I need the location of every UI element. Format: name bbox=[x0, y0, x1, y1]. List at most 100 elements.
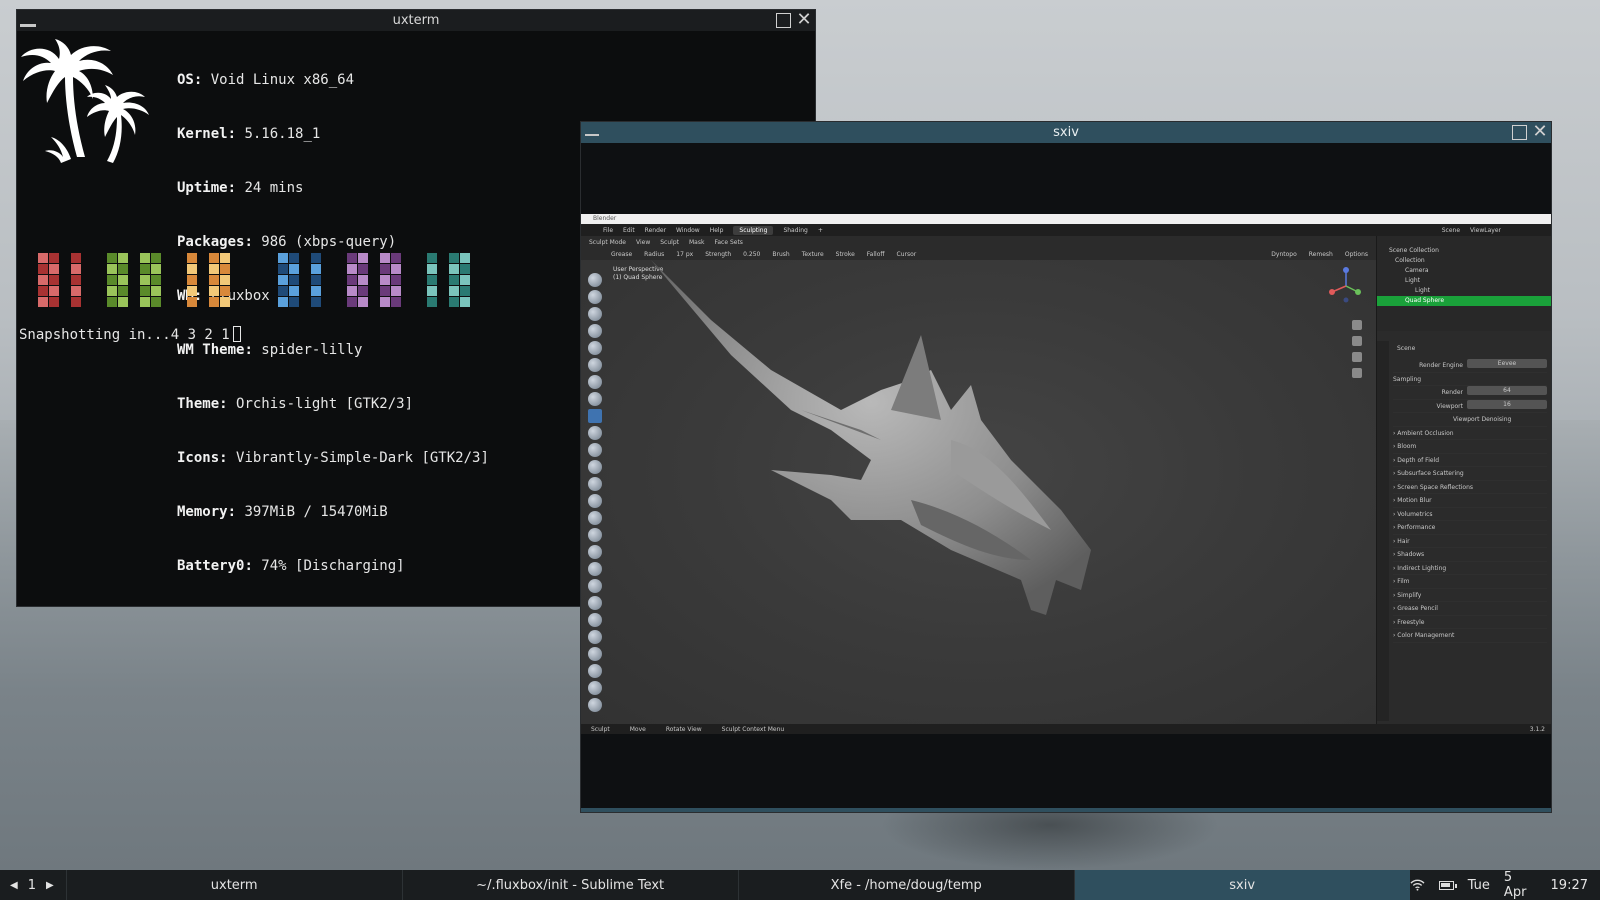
maximize-icon[interactable] bbox=[1512, 125, 1527, 140]
workspace-tab-shading: Shading bbox=[783, 226, 808, 234]
brush-tool-icon bbox=[588, 307, 602, 321]
window-title: uxterm bbox=[392, 13, 440, 28]
blender-statusbar: Sculpt Move Rotate View Sculpt Context M… bbox=[581, 724, 1551, 734]
minimize-icon[interactable] bbox=[20, 24, 36, 27]
blender-properties-panel: Scene Render Engine Eevee Sampling Render… bbox=[1376, 331, 1551, 724]
properties-panel: › Performance bbox=[1393, 521, 1547, 535]
properties-panel: › Color Management bbox=[1393, 629, 1547, 643]
navigation-gizmo-icon bbox=[1329, 267, 1361, 303]
outliner-row: Light bbox=[1415, 287, 1430, 294]
close-icon[interactable]: ✕ bbox=[796, 11, 812, 29]
info-line: Theme: Orchis-light [GTK2/3] bbox=[177, 396, 414, 412]
brush-tool-icon bbox=[588, 681, 602, 695]
blender-menubar: File Edit Render Window Help Sculpting S… bbox=[581, 224, 1551, 236]
brush-tool-icon bbox=[588, 664, 602, 678]
brush-tool-icon bbox=[588, 613, 602, 627]
color-swatch bbox=[27, 253, 83, 309]
window-title: sxiv bbox=[1053, 125, 1079, 140]
viewport-nav-icons bbox=[1352, 320, 1364, 384]
header-menu: Mask bbox=[689, 238, 705, 246]
outliner-row: Camera bbox=[1405, 267, 1429, 274]
brush-tool-icon bbox=[588, 324, 602, 338]
taskbar-item[interactable]: uxterm bbox=[65, 870, 402, 900]
menu-item: Render bbox=[644, 226, 667, 234]
minimize-icon[interactable] bbox=[585, 134, 599, 136]
tool-setting: 0.250 bbox=[743, 250, 761, 258]
tool-setting: Texture bbox=[801, 250, 824, 258]
outliner-row-selected: Quad Sphere bbox=[1377, 296, 1551, 306]
wifi-icon[interactable] bbox=[1410, 879, 1425, 891]
header-menu: Sculpt bbox=[660, 238, 679, 246]
brush-tool-icon bbox=[588, 647, 602, 661]
tool-setting: Brush bbox=[772, 250, 790, 258]
3d-viewport: User Perspective (1) Quad Sphere bbox=[581, 260, 1376, 724]
camera-icon bbox=[1352, 352, 1362, 362]
color-swatch bbox=[187, 253, 243, 309]
brush-tool-icon bbox=[588, 426, 602, 440]
taskbar-item[interactable]: sxiv bbox=[1073, 870, 1410, 900]
tool-setting: Radius bbox=[644, 250, 665, 258]
outliner-row: Collection bbox=[1395, 257, 1425, 264]
uxterm-titlebar[interactable]: uxterm ✕ bbox=[17, 10, 815, 31]
properties-panel: › Freestyle bbox=[1393, 616, 1547, 629]
zoom-icon bbox=[1352, 320, 1362, 330]
maximize-icon[interactable] bbox=[776, 13, 791, 28]
mode-selector: Sculpt Mode bbox=[589, 238, 626, 246]
viewport-header: Sculpt Mode View Sculpt Mask Face Sets bbox=[581, 236, 1376, 248]
properties-panel: › Simplify bbox=[1393, 589, 1547, 602]
brush-tool-icon bbox=[588, 477, 602, 491]
info-line: Memory: 397MiB / 15470MiB bbox=[177, 504, 388, 520]
battery-icon[interactable] bbox=[1438, 880, 1457, 890]
prev-workspace-icon[interactable]: ◀ bbox=[10, 880, 18, 891]
workspace-tab-add: + bbox=[817, 226, 823, 234]
color-swatch bbox=[107, 253, 163, 309]
tool-setting: 17 px bbox=[676, 250, 694, 258]
sxiv-window[interactable]: sxiv ✕ Blender File Edit Render Window H… bbox=[580, 121, 1552, 813]
properties-panel: › Ambient Occlusion bbox=[1393, 427, 1547, 440]
sxiv-titlebar[interactable]: sxiv ✕ bbox=[581, 122, 1551, 143]
sxiv-bottom-border bbox=[581, 808, 1551, 812]
info-line: Icons: Vibrantly-Simple-Dark [GTK2/3] bbox=[177, 450, 489, 466]
taskbar-item[interactable]: Xfe - /home/doug/temp bbox=[737, 870, 1074, 900]
info-line: Kernel: 5.16.18_1 bbox=[177, 126, 321, 142]
info-line: Uptime: 24 mins bbox=[177, 180, 304, 196]
properties-panel: › Motion Blur bbox=[1393, 494, 1547, 508]
taskbar-item[interactable]: ~/.fluxbox/init - Sublime Text bbox=[401, 870, 738, 900]
taskbar: ◀ 1 ▶ uxterm ~/.fluxbox/init - Sublime Te… bbox=[0, 870, 1600, 900]
grid-icon bbox=[1352, 368, 1362, 378]
info-line: Battery0: 74% [Discharging] bbox=[177, 558, 405, 574]
properties-panel: › Indirect Lighting bbox=[1393, 562, 1547, 575]
next-workspace-icon[interactable]: ▶ bbox=[46, 880, 54, 891]
brush-tool-icon bbox=[588, 562, 602, 576]
pan-icon bbox=[1352, 336, 1362, 346]
tool-setting: Remesh bbox=[1308, 250, 1333, 258]
workspace-tab-sculpting: Sculpting bbox=[733, 225, 774, 235]
clock-day: Tue bbox=[1467, 877, 1490, 893]
brush-tool-icon bbox=[588, 358, 602, 372]
clock-date: 5 Apr bbox=[1503, 870, 1527, 900]
sculpted-dragon-head bbox=[651, 260, 1091, 615]
close-icon[interactable]: ✕ bbox=[1532, 123, 1548, 141]
brush-tool-icon bbox=[588, 579, 602, 593]
properties-panel: › Shadows bbox=[1393, 548, 1547, 562]
clock-time: 19:27 bbox=[1550, 877, 1588, 893]
blender-screenshot: Blender File Edit Render Window Help Scu… bbox=[581, 214, 1551, 734]
info-line: Packages: 986 (xbps-query) bbox=[177, 234, 397, 250]
tool-setting: Cursor bbox=[896, 250, 917, 258]
task-list: uxterm ~/.fluxbox/init - Sublime Text Xfe … bbox=[65, 870, 1410, 900]
workspace-number: 1 bbox=[27, 877, 36, 893]
text-cursor bbox=[232, 326, 241, 342]
menu-item: Help bbox=[709, 226, 724, 234]
tool-setting: Dyntopo bbox=[1271, 250, 1297, 258]
brush-tool-icon bbox=[588, 392, 602, 406]
info-line: OS: Void Linux x86_64 bbox=[177, 72, 355, 88]
brush-tool-icon bbox=[588, 409, 602, 423]
properties-panel: › Depth of Field bbox=[1393, 454, 1547, 467]
system-tray: Tue 5 Apr 19:27 bbox=[1410, 870, 1600, 900]
properties-tabs bbox=[1377, 341, 1389, 721]
brush-tool-icon bbox=[588, 698, 602, 712]
brush-tool-icon bbox=[588, 443, 602, 457]
void-palm-logo-icon bbox=[21, 39, 149, 163]
terminal-prompt: Snapshotting in...4 3 2 1 bbox=[19, 326, 241, 343]
tool-settings-bar: Grease Radius 17 px Strength 0.250 Brush… bbox=[581, 248, 1376, 260]
